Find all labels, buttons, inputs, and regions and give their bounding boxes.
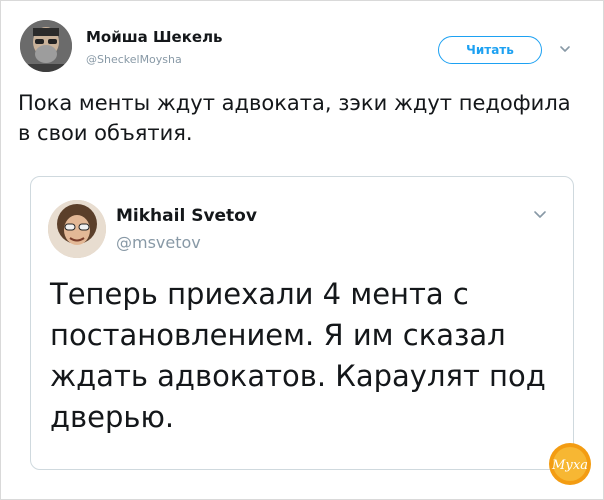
quoted-author-handle[interactable]: @msvetov bbox=[116, 233, 201, 252]
author-handle[interactable]: @SheckelMoysha bbox=[86, 53, 182, 66]
avatar-photo bbox=[20, 20, 72, 72]
quoted-author-name[interactable]: Mikhail Svetov bbox=[116, 206, 257, 226]
follow-button[interactable]: Читать bbox=[438, 36, 542, 64]
tweet-text: Пока менты ждут адвоката, зэки ждут педо… bbox=[18, 91, 571, 145]
author-name[interactable]: Мойша Шекель bbox=[86, 28, 223, 46]
chevron-down-icon[interactable] bbox=[558, 42, 572, 56]
watermark-logo: Муха bbox=[549, 443, 591, 485]
quoted-tweet-text: Теперь приехали 4 мента с постановлением… bbox=[50, 277, 546, 434]
svg-text:Муха: Муха bbox=[551, 458, 588, 473]
quoted-avatar[interactable] bbox=[48, 200, 106, 258]
avatar[interactable] bbox=[20, 20, 72, 72]
quoted-avatar-photo bbox=[48, 200, 106, 258]
chevron-down-icon[interactable] bbox=[532, 206, 548, 222]
